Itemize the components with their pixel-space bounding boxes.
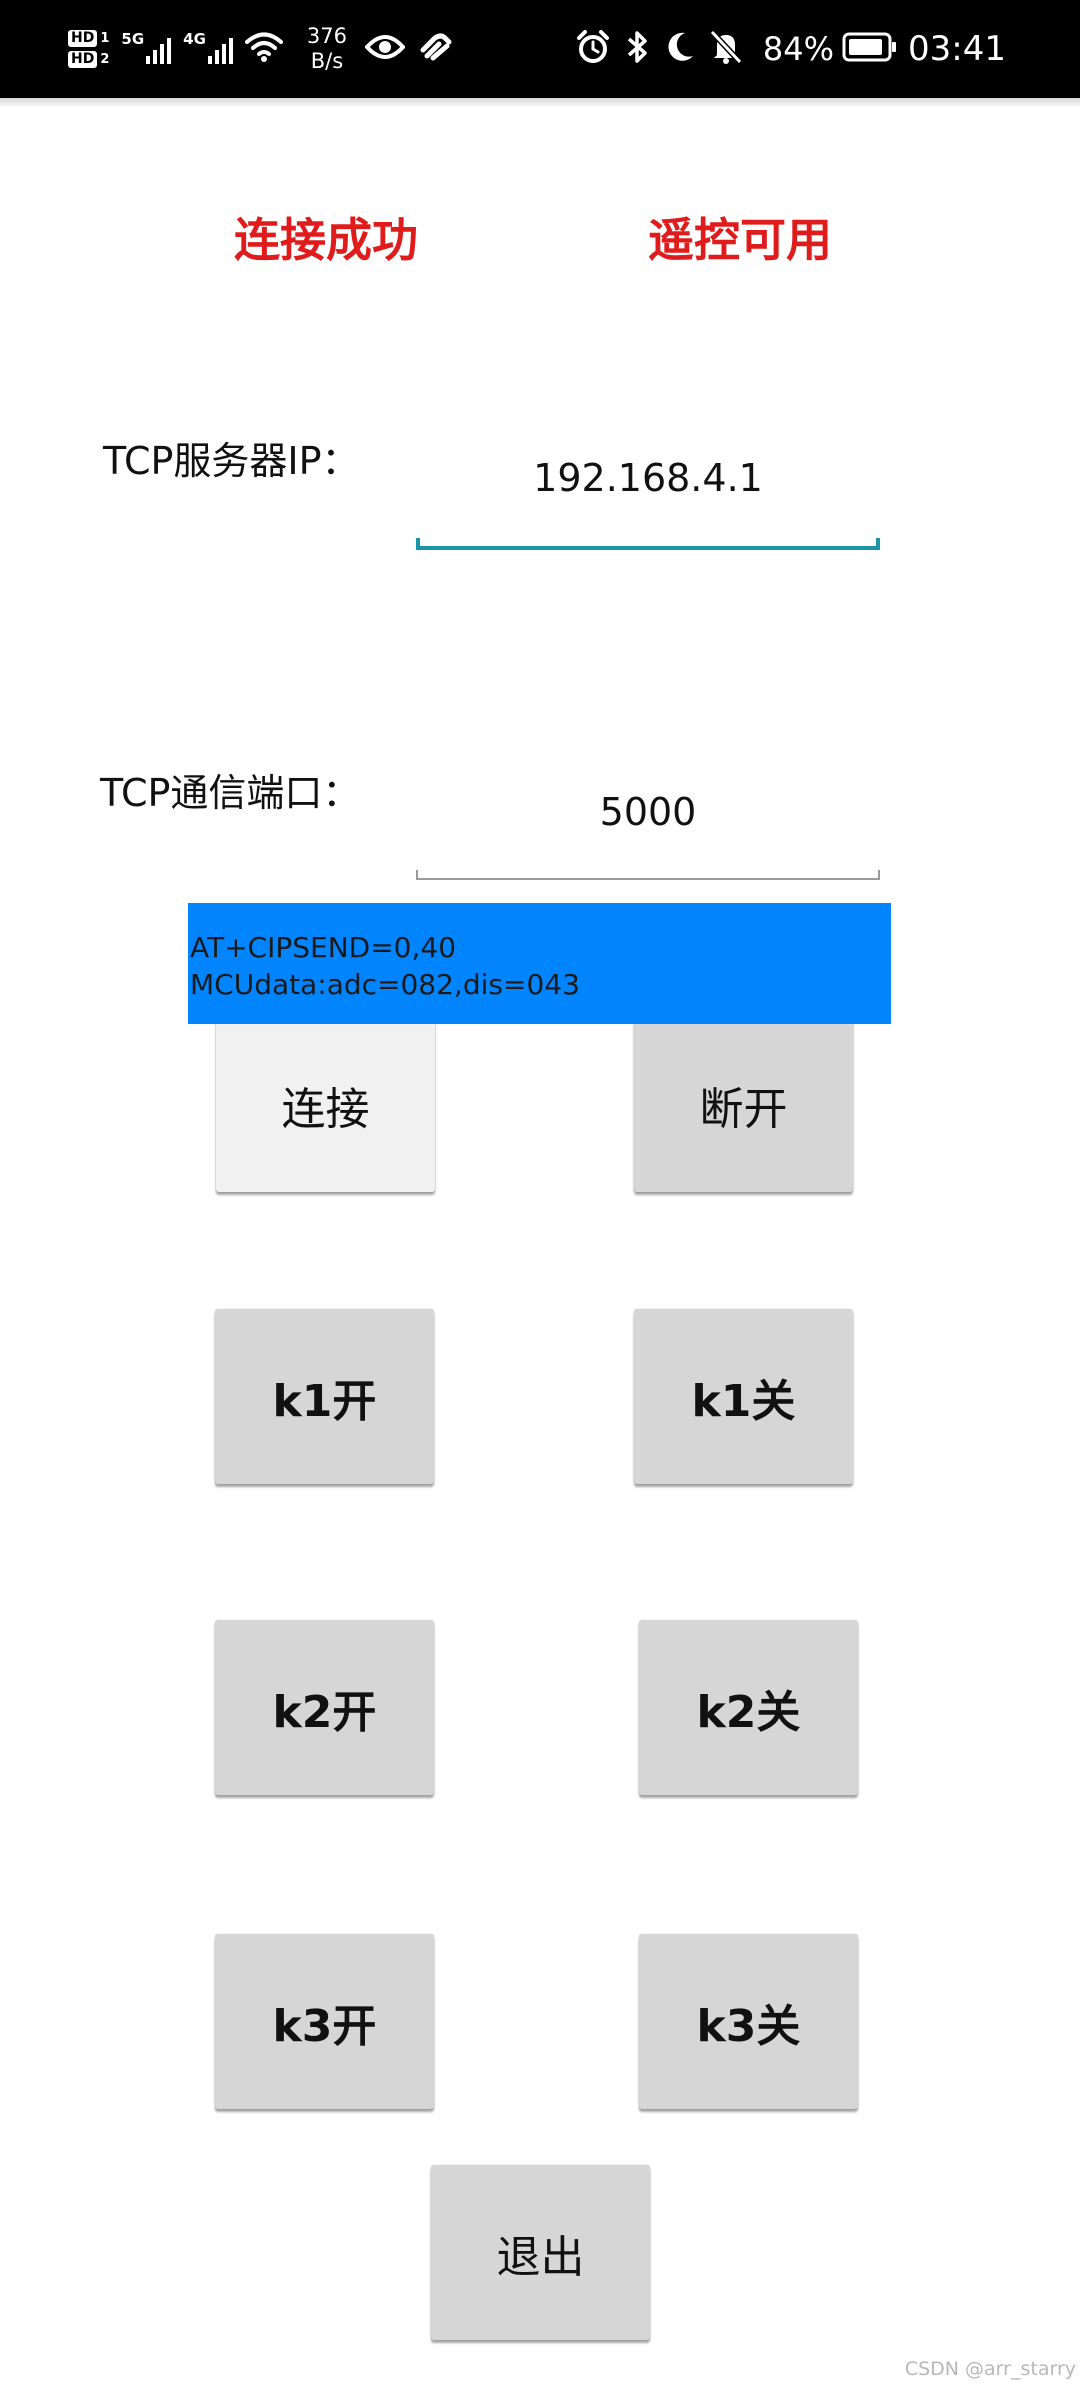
- status-bar-shadow: [0, 98, 1080, 108]
- connection-status: 连接成功: [234, 213, 418, 267]
- battery-percent: 84%: [762, 30, 835, 68]
- hd-badge-1: HD: [68, 30, 98, 47]
- log-line-command: AT+CIPSEND=0,40: [190, 931, 457, 964]
- status-bar-left: HD 1 HD 2 5G 4G 376 B/s: [68, 0, 469, 98]
- moon-icon: [663, 30, 695, 68]
- connect-button[interactable]: 连接: [216, 1017, 435, 1192]
- app-screen: HD 1 HD 2 5G 4G 376 B/s 84% 03:41 连接成功 遥…: [0, 0, 1080, 2388]
- network-speed-unit: B/s: [310, 49, 344, 73]
- port-label: TCP通信端口：: [100, 771, 361, 815]
- link-icon: [419, 32, 455, 66]
- wifi-icon: [244, 31, 283, 67]
- k1-off-button[interactable]: k1关: [634, 1309, 853, 1484]
- status-bar: HD 1 HD 2 5G 4G 376 B/s 84% 03:41: [0, 0, 1080, 98]
- k3-off-button[interactable]: k3关: [639, 1934, 858, 2109]
- k2-on-button[interactable]: k2开: [215, 1620, 434, 1795]
- data-log-box: AT+CIPSEND=0,40 MCUdata:adc=082,dis=043: [188, 903, 891, 1024]
- eye-icon: [364, 33, 406, 65]
- hd-slot-1: 1: [100, 31, 110, 46]
- watermark: CSDN @arr_starry: [904, 2358, 1076, 2380]
- network-type-1: 5G: [121, 30, 145, 48]
- k1-on-button[interactable]: k1开: [215, 1309, 434, 1484]
- exit-button[interactable]: 退出: [431, 2165, 650, 2340]
- remote-status: 遥控可用: [648, 213, 832, 267]
- network-speed-value: 376: [306, 24, 347, 48]
- network-speed: 376 B/s: [307, 24, 347, 74]
- signal-icon-2: [207, 34, 233, 64]
- bell-muted-icon: [709, 29, 743, 69]
- hd-badge-2: HD: [68, 51, 98, 68]
- ip-input[interactable]: [416, 446, 880, 510]
- port-input[interactable]: [416, 780, 880, 844]
- hd-indicators: HD 1 HD 2: [68, 30, 109, 68]
- port-input-underline: [416, 870, 880, 880]
- k3-on-button[interactable]: k3开: [215, 1934, 434, 2109]
- alarm-icon: [575, 29, 611, 69]
- log-line-mcu-data: MCUdata:adc=082,dis=043: [190, 968, 580, 1001]
- clock: 03:41: [908, 29, 1006, 69]
- k2-off-button[interactable]: k2关: [639, 1620, 858, 1795]
- battery-icon: [842, 32, 898, 66]
- bluetooth-icon: [625, 29, 649, 69]
- status-bar-right: 84% 03:41: [575, 0, 1006, 98]
- network-type-2: 4G: [183, 30, 206, 48]
- disconnect-button[interactable]: 断开: [634, 1017, 853, 1192]
- signal-icon-1: [146, 34, 172, 64]
- ip-label: TCP服务器IP：: [103, 439, 360, 483]
- ip-input-underline: [416, 538, 880, 550]
- hd-slot-2: 2: [100, 52, 110, 67]
